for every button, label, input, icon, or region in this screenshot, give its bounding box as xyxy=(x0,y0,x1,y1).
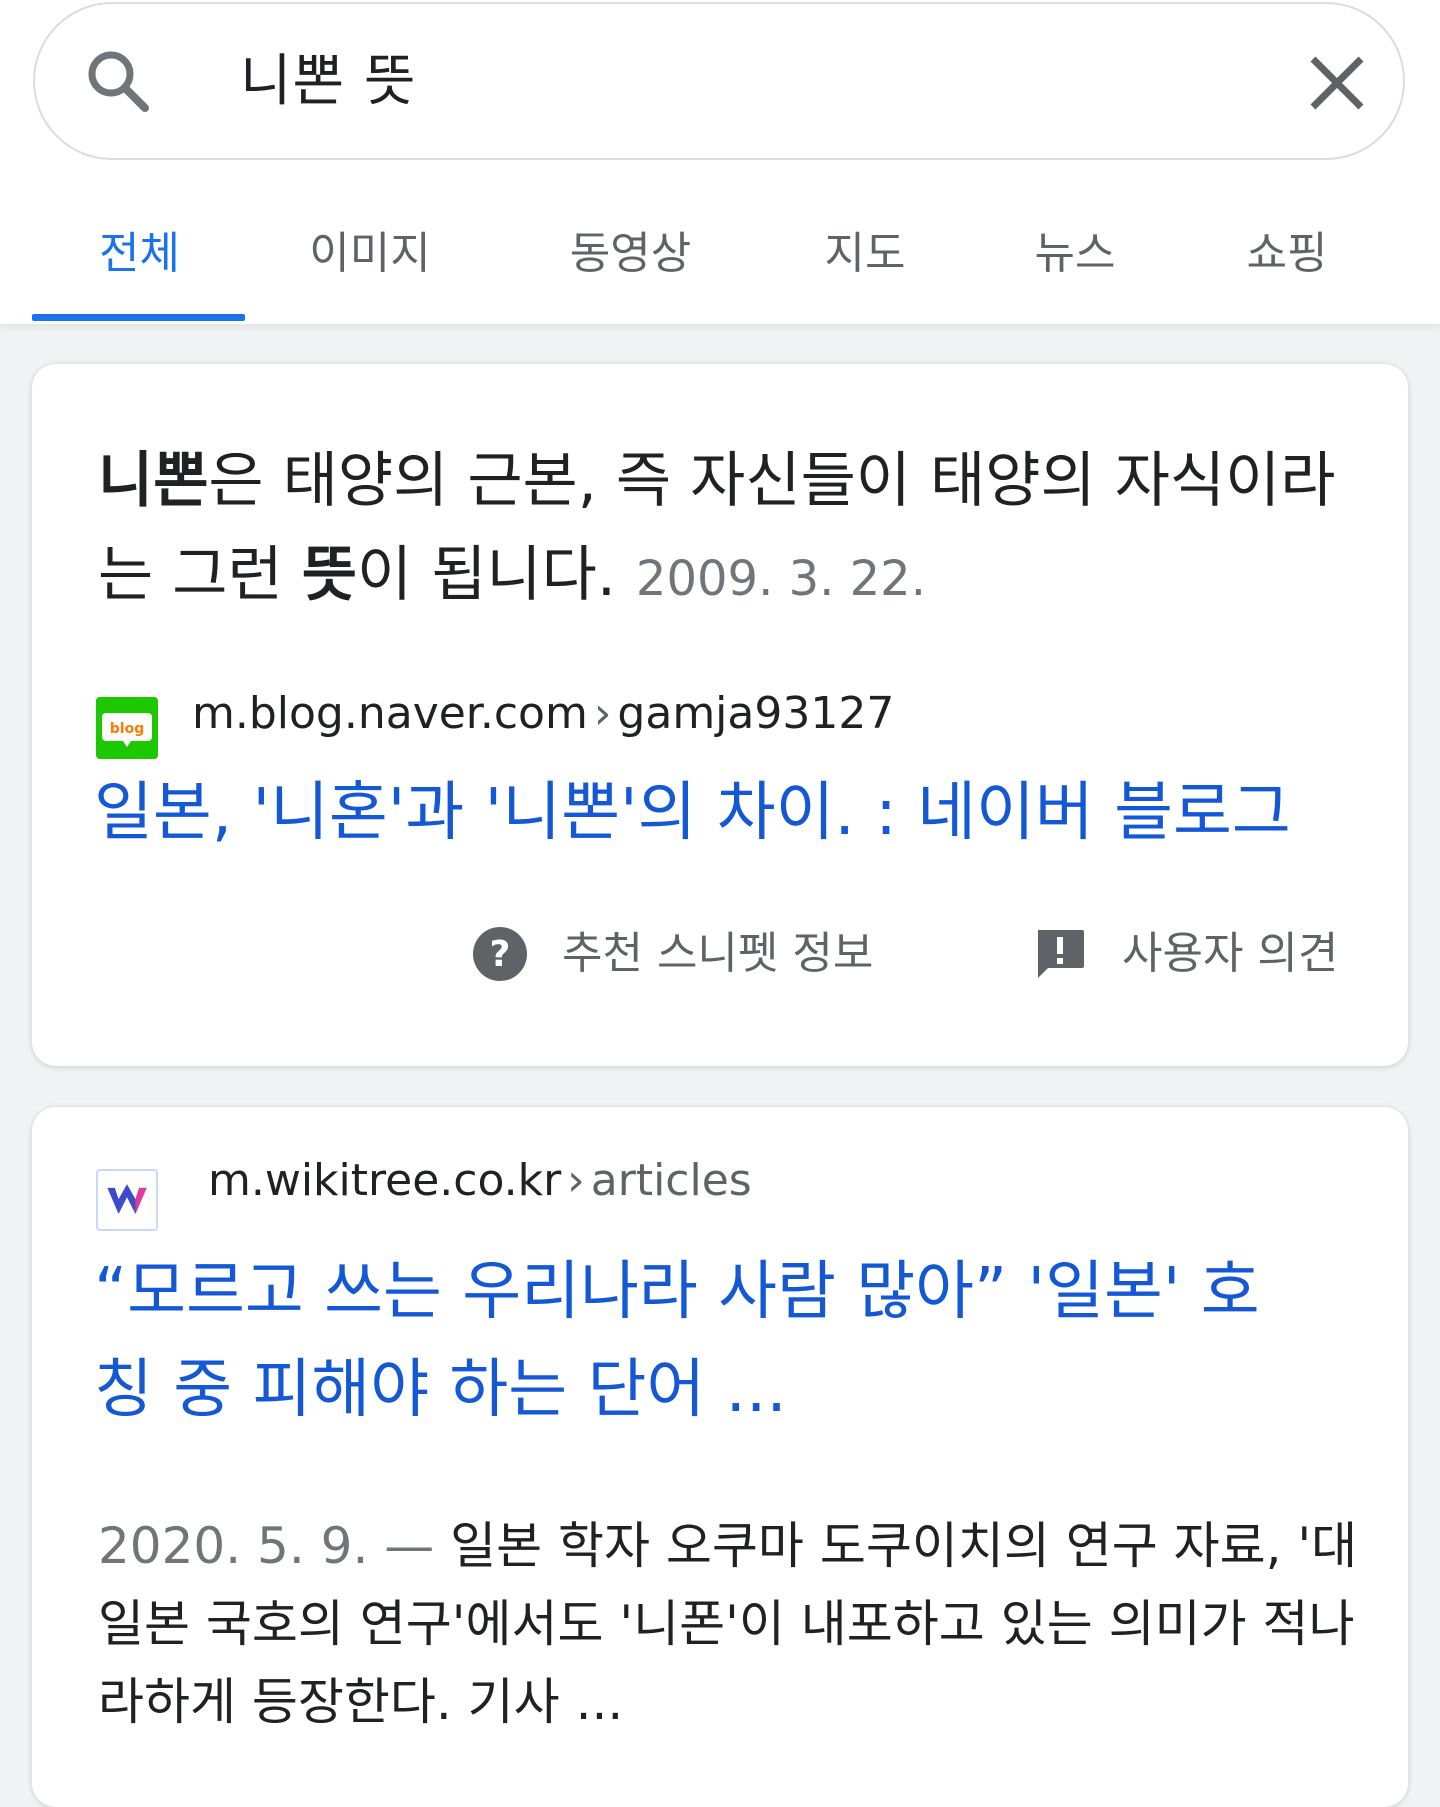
tab-videos[interactable]: 동영상 xyxy=(548,224,713,284)
result-domain: m.wikitree.co.kr xyxy=(208,1155,562,1206)
result-url[interactable]: m.wikitree.co.kr › articles xyxy=(208,1151,752,1211)
result-path: articles xyxy=(590,1155,752,1206)
result-domain: m.blog.naver.com xyxy=(192,688,588,739)
snippet-feedback-row: ? 추천 스니펫 정보 사용자 의견 xyxy=(32,919,1408,989)
snippet-text: 니뽄은 태양의 근본, 즉 자신들이 태양의 자식이라는 그런 뜻이 됩니다. 2… xyxy=(98,434,1348,626)
snippet-highlight: 뜻 xyxy=(301,540,357,610)
featured-snippet-card: 니뽄은 태양의 근본, 즉 자신들이 태양의 자식이라는 그런 뜻이 됩니다. 2… xyxy=(32,364,1408,1066)
help-icon: ? xyxy=(473,927,527,981)
search-input[interactable]: 니뽄 뜻 xyxy=(240,44,416,120)
result-title-line: 칭 중 피해야 하는 단어 ... xyxy=(94,1353,787,1427)
tab-news[interactable]: 뉴스 xyxy=(1010,224,1140,284)
feedback-label: 사용자 의견 xyxy=(1122,928,1339,979)
result-title-line: “모르고 쓰는 우리나라 사람 많아” '일본' 호 xyxy=(94,1255,1260,1329)
search-tabs: 전체 이미지 동영상 지도 뉴스 쇼핑 xyxy=(0,210,1440,324)
snippet-highlight: 니뽄 xyxy=(98,446,209,516)
feedback-icon xyxy=(1038,930,1084,978)
tab-all[interactable]: 전체 xyxy=(62,224,217,284)
close-icon[interactable] xyxy=(1297,43,1377,123)
result-date: 2020. 5. 9. xyxy=(98,1517,369,1575)
result-url[interactable]: m.blog.naver.com › gamja93127 xyxy=(192,684,894,744)
tab-images[interactable]: 이미지 xyxy=(290,224,450,284)
result-description: 2020. 5. 9. — 일본 학자 오쿠마 도쿠이치의 연구 자료, '대일… xyxy=(98,1507,1358,1741)
snippet-text-part: 이 됩니다. xyxy=(356,540,616,610)
result-title-link[interactable]: 일본, '니혼'과 '니뽄'의 차이. : 네이버 블로그 xyxy=(94,764,1384,862)
wikitree-icon xyxy=(96,1169,158,1231)
about-snippet-label: 추천 스니펫 정보 xyxy=(562,928,874,979)
about-snippet-button[interactable]: ? 추천 스니펫 정보 xyxy=(472,919,873,989)
active-tab-indicator xyxy=(32,314,245,321)
feedback-button[interactable]: 사용자 의견 xyxy=(1032,919,1338,989)
tab-shopping[interactable]: 쇼핑 xyxy=(1222,224,1352,284)
breadcrumb-separator: › xyxy=(593,688,612,739)
svg-text:blog: blog xyxy=(110,721,144,737)
search-icon[interactable] xyxy=(79,42,159,122)
breadcrumb-separator: › xyxy=(567,1155,585,1206)
search-header: 니뽄 뜻 전체 이미지 동영상 지도 뉴스 쇼핑 xyxy=(0,0,1440,324)
naver-blog-icon: blog xyxy=(96,697,158,759)
snippet-date: 2009. 3. 22. xyxy=(635,551,926,607)
tab-maps[interactable]: 지도 xyxy=(800,224,930,284)
result-title-link[interactable]: “모르고 쓰는 우리나라 사람 많아” '일본' 호 칭 중 피해야 하는 단어… xyxy=(94,1243,1384,1439)
search-result-card: m.wikitree.co.kr › articles “모르고 쓰는 우리나라 사… xyxy=(32,1107,1408,1807)
date-dash: — xyxy=(368,1517,451,1575)
svg-text:?: ? xyxy=(490,934,511,975)
result-path: gamja93127 xyxy=(617,688,895,739)
search-box[interactable]: 니뽄 뜻 xyxy=(33,2,1405,160)
